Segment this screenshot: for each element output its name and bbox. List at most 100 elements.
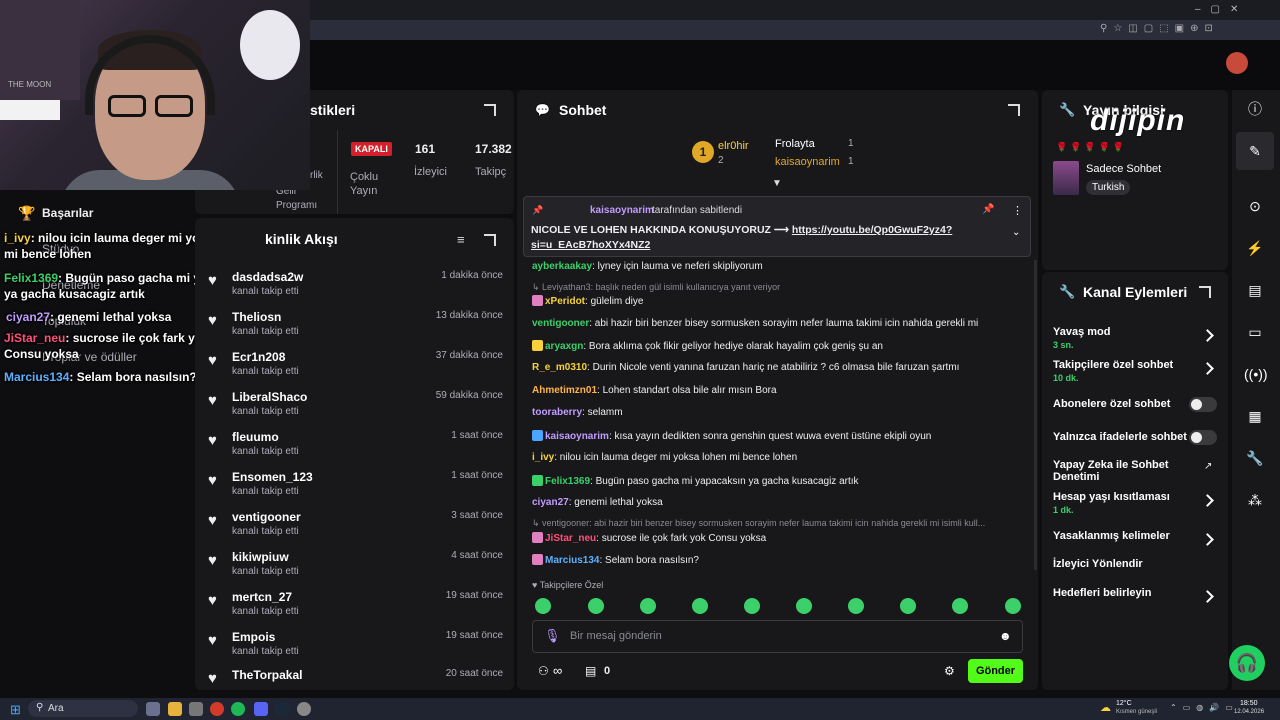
activity-user[interactable]: Ensomen_123 bbox=[232, 470, 313, 484]
lightning-icon[interactable]: ⚡ bbox=[1244, 237, 1266, 259]
mic-icon[interactable]: 🎙 bbox=[544, 628, 561, 644]
toggle-switch[interactable] bbox=[1189, 397, 1217, 412]
chat-username[interactable]: xPeridot bbox=[545, 296, 585, 307]
taskview-icon[interactable] bbox=[146, 702, 160, 716]
toggle-switch[interactable] bbox=[1189, 430, 1217, 445]
activity-user[interactable]: ventigooner bbox=[232, 510, 301, 524]
chat-username[interactable]: Felix1369 bbox=[545, 476, 590, 487]
activity-item[interactable]: ♥ Empois kanalı takip etti 19 saat önce bbox=[207, 630, 503, 670]
discord-icon[interactable] bbox=[254, 702, 268, 716]
expand-icon[interactable] bbox=[1008, 104, 1020, 116]
external-link-icon[interactable]: ↗ bbox=[1204, 461, 1212, 472]
chat-icon[interactable]: ▭ bbox=[1244, 321, 1266, 343]
people-icon[interactable]: ⚇ bbox=[538, 664, 549, 678]
chat-username[interactable]: i_ivy bbox=[532, 452, 554, 463]
chat-username[interactable]: aryaxgn bbox=[545, 341, 583, 352]
expand-icon[interactable] bbox=[1199, 286, 1211, 298]
channel-action-label[interactable]: Takipçilere özel sohbet bbox=[1053, 359, 1188, 371]
activity-item[interactable]: ♥ kikiwpiuw kanalı takip etti 4 saat önce bbox=[207, 550, 503, 590]
chat-username[interactable]: R_e_m0310 bbox=[532, 362, 587, 373]
pencil-icon[interactable]: ✎ bbox=[1244, 140, 1266, 162]
wrench-icon[interactable]: 🔧 bbox=[1244, 447, 1266, 469]
channel-action-label[interactable]: Hesap yaşı kısıtlaması bbox=[1053, 491, 1188, 503]
channel-action-label[interactable]: İzleyici Yönlendir bbox=[1053, 558, 1188, 570]
expand-icon[interactable] bbox=[484, 234, 496, 246]
channel-action-label[interactable]: Yavaş mod bbox=[1053, 326, 1188, 338]
category-name[interactable]: Sadece Sohbet bbox=[1086, 163, 1161, 175]
activity-item[interactable]: ♥ mertcn_27 kanalı takip etti 19 saat önce bbox=[207, 590, 503, 630]
activity-item[interactable]: ♥ fleuumo kanalı takip etti 1 saat önce bbox=[207, 430, 503, 470]
tray-icons[interactable]: ⌃▭◍🔊▭ bbox=[1170, 703, 1239, 712]
chevron-down-icon[interactable]: ⌄ bbox=[1012, 227, 1020, 238]
chat-username[interactable]: JiStar_neu bbox=[545, 533, 596, 544]
emote-icon[interactable] bbox=[535, 598, 551, 614]
activity-item[interactable]: ♥ Ensomen_123 kanalı takip etti 1 saat önce bbox=[207, 470, 503, 510]
taskbar-search[interactable] bbox=[28, 700, 138, 717]
activity-item[interactable]: ♥ LiberalShaco kanalı takip etti 59 dakika … bbox=[207, 390, 503, 430]
gift-icon[interactable]: ▤ bbox=[585, 664, 596, 678]
activity-item[interactable]: ♥ ventigooner kanalı takip etti 3 saat önce bbox=[207, 510, 503, 550]
chat-username[interactable]: tooraberry bbox=[532, 407, 582, 418]
broadcast-icon[interactable]: ((•)) bbox=[1244, 363, 1268, 385]
spotify-icon[interactable] bbox=[231, 702, 245, 716]
avatar[interactable] bbox=[1226, 52, 1248, 74]
channel-action-label[interactable]: Yapay Zeka ile Sohbet Denetimi bbox=[1053, 459, 1188, 483]
settings-icon[interactable] bbox=[189, 702, 203, 716]
activity-user[interactable]: Ecr1n208 bbox=[232, 350, 285, 364]
chat-username[interactable]: ventigooner bbox=[532, 318, 589, 329]
chat-username[interactable]: Marcius134 bbox=[545, 555, 599, 566]
activity-user[interactable]: fleuumo bbox=[232, 430, 279, 444]
scrollbar[interactable] bbox=[1034, 260, 1037, 570]
channel-action-label[interactable]: Abonelere özel sohbet bbox=[1053, 398, 1188, 410]
folder-icon[interactable] bbox=[168, 702, 182, 716]
leader-third-name[interactable]: kaisaoynarim bbox=[775, 156, 840, 168]
activity-user[interactable]: mertcn_27 bbox=[232, 590, 292, 604]
emote-icon[interactable] bbox=[952, 598, 968, 614]
chat-username[interactable]: Ahmetimzn01 bbox=[532, 385, 597, 396]
emote-icon[interactable] bbox=[692, 598, 708, 614]
leader-first-name[interactable]: elr0hir bbox=[718, 140, 749, 152]
support-headset-button[interactable]: 🎧 bbox=[1229, 645, 1265, 681]
app-icon[interactable] bbox=[297, 702, 311, 716]
layout-icon[interactable]: ▦ bbox=[1244, 405, 1266, 427]
window-controls[interactable]: –▢✕ bbox=[1195, 4, 1275, 16]
emote-icon[interactable] bbox=[1005, 598, 1021, 614]
activity-user[interactable]: Theliosn bbox=[232, 310, 281, 324]
chat-username[interactable]: ayberkaakay bbox=[532, 261, 592, 272]
expand-icon[interactable] bbox=[484, 104, 496, 116]
activity-user[interactable]: dasdadsa2w bbox=[232, 270, 303, 284]
channel-action-label[interactable]: Hedefleri belirleyin bbox=[1053, 587, 1188, 599]
opera-icon[interactable] bbox=[210, 702, 224, 716]
browser-extension-icons[interactable]: ⚲☆◫▢⬚▣⊕⊡ bbox=[1100, 23, 1250, 37]
tag-chip[interactable]: Turkish bbox=[1086, 180, 1131, 195]
activity-user[interactable]: TheTorpakal bbox=[232, 668, 302, 682]
channel-action-label[interactable]: Yasaklanmış kelimeler bbox=[1053, 530, 1188, 542]
emote-icon[interactable] bbox=[796, 598, 812, 614]
pinned-by-user[interactable]: kaisaoynarim bbox=[590, 205, 654, 216]
emote-icon[interactable] bbox=[640, 598, 656, 614]
send-button[interactable]: Gönder bbox=[968, 659, 1023, 683]
windows-start-icon[interactable]: ⊞ bbox=[10, 702, 21, 718]
emoji-icon[interactable]: ☻ bbox=[999, 629, 1012, 643]
activity-user[interactable]: Empois bbox=[232, 630, 275, 644]
emote-icon[interactable] bbox=[900, 598, 916, 614]
chat-username[interactable]: ciyan27 bbox=[532, 497, 569, 508]
more-icon[interactable]: ⋮ bbox=[1012, 204, 1023, 217]
target-icon[interactable]: ⊙ bbox=[1244, 195, 1266, 217]
filter-icon[interactable]: ≡ bbox=[457, 232, 465, 247]
leader-second-name[interactable]: Frolayta bbox=[775, 138, 815, 150]
collapse-icon[interactable]: ▼ bbox=[772, 178, 782, 189]
activity-user[interactable]: LiberalShaco bbox=[232, 390, 307, 404]
document-icon[interactable]: ▤ bbox=[1244, 279, 1266, 301]
category-thumbnail[interactable] bbox=[1053, 161, 1079, 195]
channel-action-label[interactable]: Yalnızca ifadelerle sohbet bbox=[1053, 431, 1188, 443]
sidebar-item-achievements[interactable]: Başarılar bbox=[42, 206, 93, 220]
emote-icon[interactable] bbox=[848, 598, 864, 614]
chat-username[interactable]: kaisaoynarim bbox=[545, 431, 609, 442]
activity-user[interactable]: kikiwpiuw bbox=[232, 550, 289, 564]
steam-icon[interactable] bbox=[275, 702, 289, 716]
gear-icon[interactable]: ⚙ bbox=[944, 664, 955, 678]
activity-item[interactable]: ♥ Theliosn kanalı takip etti 13 dakika önce bbox=[207, 310, 503, 350]
activity-item[interactable]: ♥ Ecr1n208 kanalı takip etti 37 dakika önce bbox=[207, 350, 503, 390]
emote-icon[interactable] bbox=[588, 598, 604, 614]
